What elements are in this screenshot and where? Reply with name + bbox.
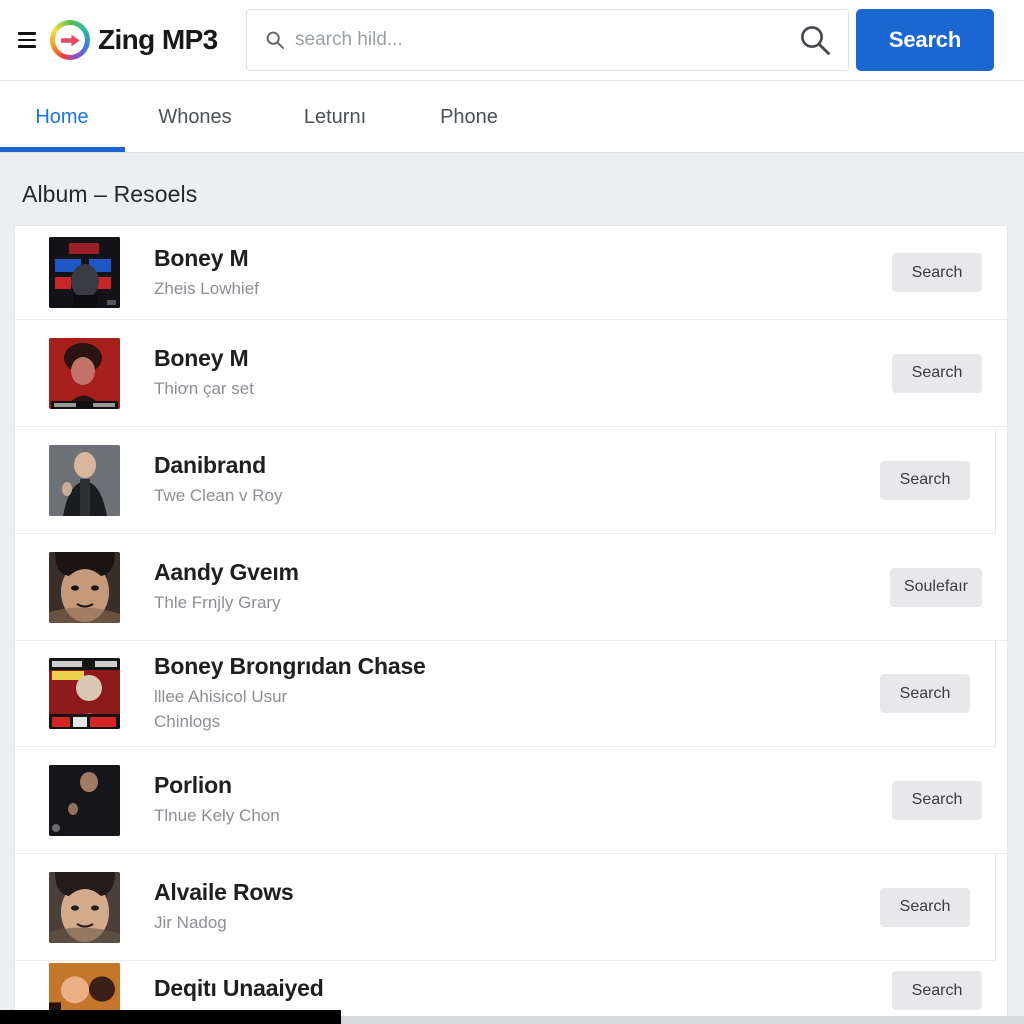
album-title: Boney M: [154, 345, 249, 372]
album-row-text: Boney M Zheis Lowhief: [154, 244, 892, 301]
album-subtitle: Thle Frnjly Grary: [154, 593, 281, 613]
arrow-right-icon: [60, 34, 80, 46]
album-results-list: Boney M Zheis Lowhief Search Boney M Thiơn …: [14, 225, 1008, 1021]
album-title: Danibrand: [154, 452, 266, 479]
album-subtitle: Zheis Lowhief: [154, 278, 259, 298]
album-row-text: Danibrand Twe Clean v Roy: [154, 451, 880, 508]
album-row[interactable]: Aandy Gveım Thle Frnjly Grary Soulefaır: [15, 534, 1007, 641]
album-row-action-button[interactable]: Search: [892, 971, 982, 1010]
album-title: Boney Brongrıdan Chase: [154, 653, 426, 680]
page-title: Album – Resoels: [22, 181, 198, 207]
search-icon: [265, 30, 285, 50]
album-art-aandy-gveim: [49, 551, 120, 623]
album-row-text: Boney Brongrıdan Chase lllee Ahisicol Usu…: [154, 652, 880, 734]
hamburger-icon[interactable]: [18, 29, 40, 51]
album-art-boney-m-red: [49, 337, 120, 409]
tab-phone[interactable]: Phone: [437, 81, 501, 153]
black-overlay-bar: [0, 1010, 341, 1024]
album-row-text: Porlion Tlnue Kely Chon: [154, 771, 892, 828]
active-tab-indicator: [0, 147, 125, 152]
album-row-action-button[interactable]: Search: [892, 253, 982, 292]
search-button[interactable]: Search: [856, 9, 994, 71]
album-subtitle: Jir Nadog: [154, 913, 227, 933]
album-row[interactable]: Porlion Tlnue Kely Chon Search: [15, 747, 1007, 854]
album-row-action-button[interactable]: Search: [880, 674, 970, 713]
album-row-action-button[interactable]: Search: [880, 460, 970, 500]
tab-whones[interactable]: Whones: [156, 81, 234, 153]
album-title: Porlion: [154, 772, 232, 799]
search-icon-large[interactable]: [798, 23, 832, 57]
album-title: Alvaile Rows: [154, 879, 294, 906]
album-art-danibrand: [49, 444, 120, 516]
brand-name: Zing MP3: [98, 24, 218, 55]
album-row[interactable]: Danibrand Twe Clean v Roy Search: [15, 427, 996, 534]
album-title: Boney M: [154, 244, 249, 271]
album-row-text: Boney M Thiơn çar set: [154, 344, 892, 401]
album-title: Aandy Gveım: [154, 559, 299, 586]
zing-mp3-logo-icon: [50, 20, 90, 60]
album-subtitle: Tlnue Kely Chon: [154, 806, 280, 826]
album-subtitle: Thiơn çar set: [154, 379, 254, 399]
tab-bar: Home Whones Leturnı Phone: [0, 81, 1024, 153]
album-row[interactable]: Boney M Thiơn çar set Search: [15, 320, 1007, 427]
album-row-action-button[interactable]: Search: [892, 780, 982, 820]
album-row-text: Aandy Gveım Thle Frnjly Grary: [154, 558, 890, 615]
brand[interactable]: Zing MP3: [50, 20, 218, 60]
tab-leturni[interactable]: Leturnı: [296, 81, 374, 153]
album-row-action-button[interactable]: Search: [880, 887, 970, 927]
album-art-boney-m-dark: [49, 237, 120, 308]
search-bar[interactable]: [246, 9, 849, 71]
album-art-alvaile-rows: [49, 871, 120, 943]
album-subtitle: lllee Ahisicol Usur Chinlogs: [154, 687, 288, 731]
album-art-porlion: [49, 764, 120, 836]
album-row[interactable]: Boney Brongrıdan Chase lllee Ahisicol Usu…: [15, 641, 996, 747]
album-row[interactable]: Alvaile Rows Jir Nadog Search: [15, 854, 996, 961]
album-row-text: Alvaile Rows Jir Nadog: [154, 878, 880, 935]
album-row[interactable]: Boney M Zheis Lowhief Search: [15, 226, 1007, 320]
album-row-text: Deqitı Unaaiyed: [154, 974, 892, 1007]
tab-home[interactable]: Home: [22, 81, 102, 153]
search-input[interactable]: [295, 29, 798, 51]
album-art-boney-brongridan-chase: [49, 658, 120, 729]
album-subtitle: Twe Clean v Roy: [154, 486, 283, 506]
album-row-action-button[interactable]: Soulefaır: [889, 567, 982, 607]
album-row-action-button[interactable]: Search: [892, 353, 982, 393]
album-title: Deqitı Unaaiyed: [154, 975, 324, 1002]
app-header: Zing MP3 Search: [0, 0, 1024, 81]
page-root: Zing MP3 Search Home Whones Leturnı Phon…: [0, 0, 1024, 1024]
